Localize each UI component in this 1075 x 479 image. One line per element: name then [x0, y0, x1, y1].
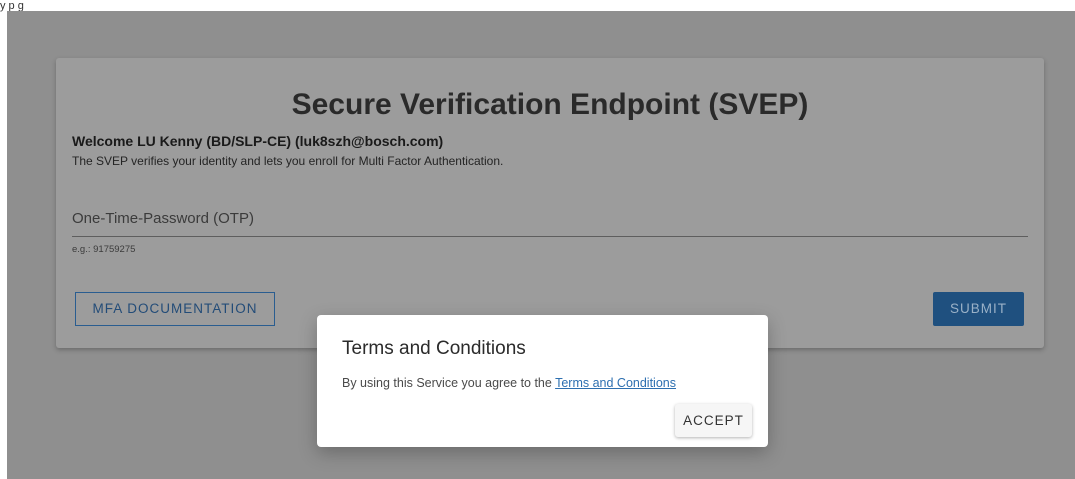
- description-text: The SVEP verifies your identity and lets…: [72, 154, 504, 168]
- mfa-documentation-button[interactable]: MFA DOCUMENTATION: [75, 292, 275, 326]
- page-title: Secure Verification Endpoint (SVEP): [291, 88, 809, 121]
- otp-hint: e.g.: 91759275: [72, 244, 136, 255]
- modal-body-text: By using this Service you agree to the: [342, 376, 556, 390]
- welcome-text: Welcome LU Kenny (BD/SLP-CE) (luk8szh@bo…: [72, 133, 444, 149]
- accept-button[interactable]: ACCEPT: [675, 404, 752, 437]
- terms-modal: Terms and Conditions By using this Servi…: [317, 315, 768, 447]
- otp-input[interactable]: One-Time-Password (OTP): [72, 206, 1028, 237]
- submit-button[interactable]: SUBMIT: [933, 292, 1024, 326]
- modal-title: Terms and Conditions: [342, 338, 526, 359]
- terms-link[interactable]: Terms and Conditions: [555, 376, 676, 390]
- svep-card: Secure Verification Endpoint (SVEP) Welc…: [56, 58, 1044, 348]
- modal-body: By using this Service you agree to the T…: [342, 375, 676, 391]
- otp-label: One-Time-Password (OTP): [72, 210, 254, 227]
